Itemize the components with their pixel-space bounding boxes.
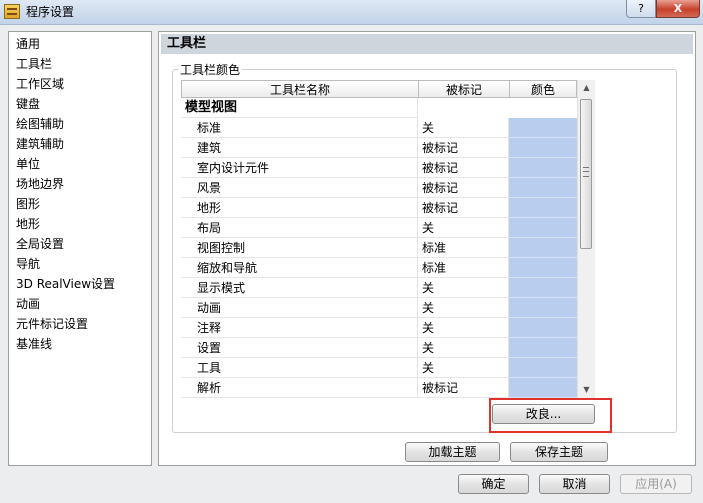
flag-cell[interactable]: 关 (418, 298, 509, 318)
table-row[interactable]: 动画关 (181, 298, 595, 318)
help-button[interactable]: ? (626, 0, 656, 18)
column-header-name[interactable]: 工具栏名称 (181, 80, 418, 98)
toolbar-name-cell: 布局 (181, 218, 418, 238)
nav-item[interactable]: 绘图辅助 (16, 115, 64, 133)
title-bar: 程序设置 ? X (0, 0, 703, 25)
nav-item[interactable]: 图形 (16, 195, 40, 213)
vertical-scrollbar[interactable]: ▲ ▼ (577, 80, 595, 398)
color-swatch-cell[interactable] (509, 278, 577, 298)
flag-cell[interactable]: 关 (418, 358, 509, 378)
toolbar-name-cell: 显示模式 (181, 278, 418, 298)
table-row[interactable]: 解析 被标记 (181, 378, 595, 398)
table-row[interactable]: 视图控制 标准 (181, 238, 595, 258)
nav-item[interactable]: 通用 (16, 35, 40, 53)
flag-cell[interactable]: 关 (418, 318, 509, 338)
table-row[interactable]: 地形 被标记 (181, 198, 595, 218)
ok-button[interactable]: 确定 (458, 474, 529, 494)
toolbar-name-cell: 风景 (181, 178, 418, 198)
group-title: 工具栏颜色 (178, 61, 243, 78)
toolbar-name-cell: 缩放和导航 (181, 258, 418, 278)
toolbar-name-cell: 地形 (181, 198, 418, 218)
nav-item[interactable]: 基准线 (16, 335, 52, 353)
flag-cell[interactable]: 关 (418, 338, 509, 358)
color-swatch-cell[interactable] (509, 258, 577, 278)
flag-cell[interactable]: 关 (418, 118, 509, 138)
category-list[interactable]: 通用工具栏工作区域键盘绘图辅助建筑辅助单位场地边界图形地形全局设置导航 3D Re… (8, 31, 152, 466)
flag-cell[interactable]: 被标记 (418, 158, 509, 178)
nav-item[interactable]: 3D RealView设置 (16, 275, 115, 293)
toolbar-name-cell: 标准 (181, 118, 418, 138)
color-swatch-cell[interactable] (509, 378, 577, 398)
table-row[interactable]: 风景 被标记 (181, 178, 595, 198)
flag-cell[interactable]: 被标记 (418, 198, 509, 218)
scroll-up-arrow-icon[interactable]: ▲ (578, 80, 595, 96)
column-header-flag[interactable]: 被标记 (418, 80, 509, 98)
close-button[interactable]: X (656, 0, 700, 18)
color-swatch-cell[interactable] (509, 198, 577, 218)
color-swatch-cell[interactable] (509, 118, 577, 138)
column-header-color[interactable]: 颜色 (509, 80, 577, 98)
apply-button[interactable]: 应用(A) (620, 474, 692, 494)
settings-panel: 工具栏 工具栏颜色 工具栏名称 被标记 颜色 模型视图 标准关建筑 被标记 室内设计… (158, 31, 696, 466)
toolbar-name-cell: 建筑 (181, 138, 418, 158)
toolbar-name-cell: 室内设计元件 (181, 158, 418, 178)
color-swatch-cell[interactable] (509, 318, 577, 338)
scroll-thumb[interactable] (580, 99, 592, 249)
nav-item[interactable]: 地形 (16, 215, 40, 233)
nav-item[interactable]: 元件标记设置 (16, 315, 88, 333)
flag-cell[interactable]: 标准 (418, 238, 509, 258)
table-row[interactable]: 设置关 (181, 338, 595, 358)
color-swatch-cell[interactable] (509, 338, 577, 358)
toolbar-name-cell: 设置 (181, 338, 418, 358)
flag-cell[interactable]: 被标记 (418, 378, 509, 398)
color-swatch-cell[interactable] (509, 218, 577, 238)
color-swatch-cell[interactable] (509, 298, 577, 318)
save-theme-button[interactable]: 保存主题 (510, 442, 608, 462)
table-row[interactable]: 建筑 被标记 (181, 138, 595, 158)
nav-item[interactable]: 工具栏 (16, 55, 52, 73)
toolbar-name-cell: 解析 (181, 378, 418, 398)
toolbar-name-cell: 动画 (181, 298, 418, 318)
flag-cell[interactable]: 被标记 (418, 138, 509, 158)
toolbar-name-cell: 视图控制 (181, 238, 418, 258)
grip-icon (583, 167, 589, 177)
color-swatch-cell[interactable] (509, 138, 577, 158)
table-row[interactable]: 缩放和导航 标准 (181, 258, 595, 278)
scroll-down-arrow-icon[interactable]: ▼ (578, 382, 595, 398)
color-swatch-cell[interactable] (509, 238, 577, 258)
window-title: 程序设置 (26, 5, 75, 19)
color-swatch-cell[interactable] (509, 158, 577, 178)
color-swatch-cell[interactable] (509, 178, 577, 198)
nav-item[interactable]: 键盘 (16, 95, 40, 113)
highlight-box (489, 398, 612, 433)
load-theme-button[interactable]: 加载主题 (405, 442, 500, 462)
nav-item[interactable]: 建筑辅助 (16, 135, 64, 153)
nav-item[interactable]: 全局设置 (16, 235, 64, 253)
table-row[interactable]: 显示模式关 (181, 278, 595, 298)
app-icon (4, 4, 20, 19)
nav-item[interactable]: 导航 (16, 255, 40, 273)
toolbar-name-cell: 工具 (181, 358, 418, 378)
nav-item[interactable]: 场地边界 (16, 175, 64, 193)
nav-item[interactable]: 工作区域 (16, 75, 64, 93)
table-group-row: 模型视图 (181, 98, 595, 118)
toolbar-name-cell: 注释 (181, 318, 418, 338)
table-row[interactable]: 布局关 (181, 218, 595, 238)
flag-cell[interactable]: 标准 (418, 258, 509, 278)
table-row[interactable]: 注释关 (181, 318, 595, 338)
cancel-button[interactable]: 取消 (539, 474, 610, 494)
section-title: 工具栏 (161, 34, 693, 54)
group-name: 模型视图 (181, 98, 418, 118)
nav-item[interactable]: 单位 (16, 155, 40, 173)
table-row[interactable]: 标准关 (181, 118, 595, 138)
table-row[interactable]: 室内设计元件 被标记 (181, 158, 595, 178)
nav-item[interactable]: 动画 (16, 295, 40, 313)
flag-cell[interactable]: 被标记 (418, 178, 509, 198)
table-row[interactable]: 工具关 (181, 358, 595, 378)
toolbar-color-table: 工具栏名称 被标记 颜色 模型视图 标准关建筑 被标记 室内设计元件 被标记 风景 被标记… (181, 80, 595, 398)
flag-cell[interactable]: 关 (418, 278, 509, 298)
flag-cell[interactable]: 关 (418, 218, 509, 238)
color-swatch-cell[interactable] (509, 358, 577, 378)
